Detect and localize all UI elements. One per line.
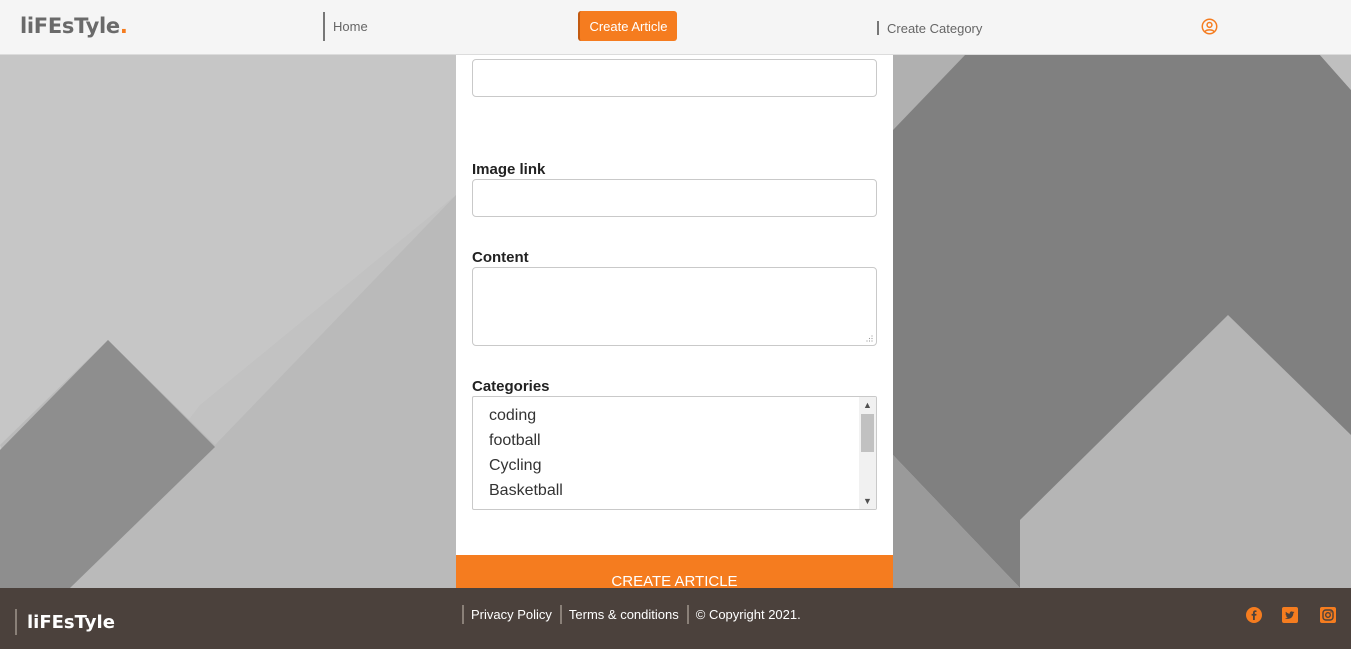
title-input[interactable] (472, 59, 877, 97)
create-article-submit-button[interactable]: CREATE ARTICLE (456, 555, 893, 588)
brand-logo[interactable]: liFEsTyle. (20, 14, 128, 38)
footer-brand-text: liFEsTyle (27, 611, 115, 633)
nav-create-category-label: Create Category (887, 20, 983, 36)
categories-multiselect[interactable]: coding football Cycling Basketball ▲ ▼ (472, 396, 877, 510)
nav-create-article-button[interactable]: Create Article (578, 11, 677, 41)
privacy-policy-label: Privacy Policy (471, 607, 552, 622)
twitter-icon[interactable] (1282, 607, 1298, 623)
category-option[interactable]: football (489, 432, 541, 450)
article-form-card: Image link Content Categories coding foo… (456, 55, 893, 588)
footer-divider (15, 609, 17, 635)
instagram-icon[interactable] (1320, 607, 1336, 623)
footer-divider (462, 605, 464, 624)
copyright: © Copyright 2021. (686, 605, 801, 624)
footer-divider (686, 605, 689, 624)
nav-home-label: Home (333, 19, 368, 34)
scroll-up-icon[interactable]: ▲ (859, 398, 876, 412)
categories-label: Categories (472, 378, 550, 395)
footer: liFEsTyle Privacy Policy Terms & conditi… (0, 588, 1351, 649)
privacy-policy-link[interactable]: Privacy Policy (462, 605, 552, 624)
resize-grip-icon[interactable] (866, 335, 873, 342)
nav-divider (323, 12, 325, 41)
nav-divider (877, 21, 879, 35)
content-textarea[interactable] (472, 267, 877, 346)
scroll-thumb[interactable] (861, 414, 874, 452)
terms-conditions-link[interactable]: Terms & conditions (559, 605, 679, 624)
image-link-input[interactable] (472, 179, 877, 217)
image-link-label: Image link (472, 161, 546, 178)
categories-scrollbar[interactable]: ▲ ▼ (859, 397, 876, 509)
nav-home-link[interactable]: Home (323, 12, 368, 41)
top-navbar: liFEsTyle. Home Create Article Create Ca… (0, 0, 1351, 55)
facebook-icon[interactable] (1246, 607, 1262, 623)
footer-brand[interactable]: liFEsTyle (15, 609, 115, 635)
category-option[interactable]: coding (489, 407, 536, 425)
brand-logo-dot: . (119, 14, 128, 38)
nav-create-category-link[interactable]: Create Category (877, 18, 982, 38)
category-option[interactable]: Cycling (489, 457, 541, 475)
category-option[interactable]: Basketball (489, 482, 563, 500)
copyright-text: © Copyright 2021. (695, 607, 801, 622)
brand-logo-text: liFEsTyle (20, 14, 120, 38)
scroll-down-icon[interactable]: ▼ (859, 494, 876, 508)
terms-conditions-label: Terms & conditions (568, 607, 679, 622)
footer-links: Privacy Policy Terms & conditions © Copy… (462, 605, 809, 624)
user-circle-icon[interactable] (1201, 18, 1218, 35)
content-label: Content (472, 249, 529, 266)
footer-divider (559, 605, 562, 624)
